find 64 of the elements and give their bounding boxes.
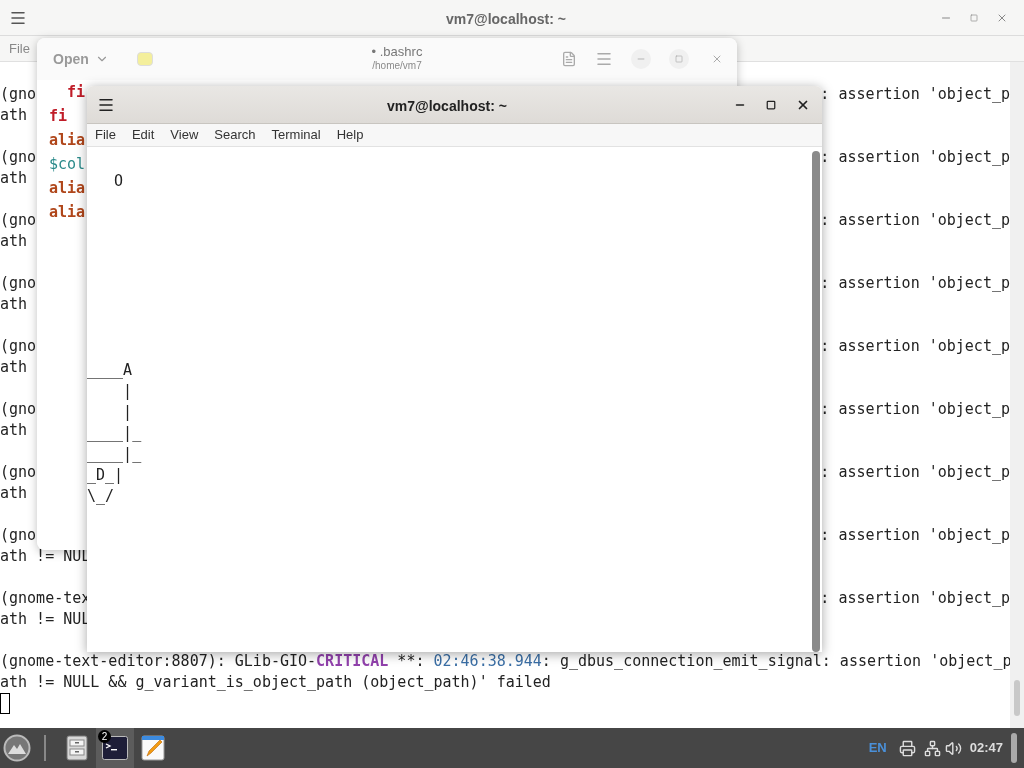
log-line: ath (0, 420, 28, 441)
code-line: $col (49, 154, 86, 175)
log-line: : assertion 'object_p (820, 84, 1010, 105)
document-path: /home/vm7 (372, 60, 422, 72)
window-title: vm7@localhost: ~ (387, 97, 507, 116)
menu-item[interactable]: File (95, 125, 116, 145)
clock[interactable]: 02:47 (969, 738, 1003, 758)
window-title: vm7@localhost: ~ (446, 10, 566, 29)
log-line: ath (0, 483, 28, 504)
printer-icon[interactable] (898, 739, 916, 757)
log-line: ath (0, 168, 28, 189)
log-line: : assertion 'object_p (820, 588, 1010, 609)
menu-item[interactable]: Help (336, 125, 364, 145)
log-line: : assertion 'object_p (820, 210, 1010, 231)
menu-icon[interactable] (595, 50, 613, 68)
maximize-icon (675, 55, 683, 63)
terminal-output: O ____A | | ____|_ ____|_ _D_| \_/ (87, 171, 142, 507)
code-line: alia (49, 178, 86, 199)
log-line: (gno (0, 399, 37, 420)
log-line: : assertion 'object_p (820, 336, 1010, 357)
code-line: alia (49, 202, 86, 223)
notepad-pencil-icon (141, 735, 165, 761)
log-line: (gno (0, 147, 37, 168)
log-line: (gno (0, 273, 37, 294)
scrollbar[interactable] (810, 147, 822, 652)
taskbar-app[interactable]: 2 (96, 728, 134, 768)
mountain-logo-icon[interactable] (3, 734, 31, 762)
log-line: : assertion 'object_p (820, 147, 1010, 168)
log-line: ath (0, 231, 28, 252)
scrollbar[interactable] (1010, 62, 1024, 728)
document-icon[interactable] (561, 51, 577, 67)
log-line: ath != NULL && g_variant_is_object_path (object_path)' failed (0, 672, 552, 693)
code-line: alia (49, 130, 86, 151)
log-line: (gno (0, 336, 37, 357)
log-line: : assertion 'object_p (820, 399, 1010, 420)
desktop-button[interactable] (1011, 733, 1017, 763)
log-line: (gno (0, 210, 37, 231)
menu-item[interactable]: View (170, 125, 199, 145)
close-icon (711, 53, 723, 65)
log-line: (gno (0, 462, 37, 483)
log-line: (gno (0, 525, 37, 546)
code-line: fi (66, 82, 86, 103)
menu-item[interactable]: Search (214, 125, 256, 145)
log-line: (gnome-tex (0, 588, 91, 609)
code-line: fi (49, 106, 68, 127)
log-line: ath != NUL (0, 609, 91, 630)
maximize-icon (970, 13, 978, 22)
menu-item[interactable]: Edit (131, 125, 155, 145)
log-line: ath (0, 105, 28, 126)
log-line: ath (0, 357, 28, 378)
document-title: • .bashrc (371, 44, 423, 60)
file-cabinet-icon (66, 735, 88, 761)
volume-icon[interactable] (944, 739, 962, 757)
log-line: : assertion 'object_p (820, 273, 1010, 294)
log-line: (gnome-text-editor:8807): GLib-GIO-CRITICAL **: 02:46:38.944: g_dbus_connection_emit_signal: assertion 'object_p (0, 651, 1010, 672)
menu-item[interactable]: Terminal (271, 125, 321, 145)
log-line: ath (0, 294, 28, 315)
log-line: : assertion 'object_p (820, 462, 1010, 483)
log-line: (gno (0, 84, 37, 105)
log-line: : assertion 'object_p (820, 525, 1010, 546)
maximize-icon (766, 99, 776, 110)
maximize-button[interactable] (766, 99, 776, 110)
network-icon[interactable] (923, 739, 941, 757)
notification-badge: 2 (98, 730, 111, 743)
